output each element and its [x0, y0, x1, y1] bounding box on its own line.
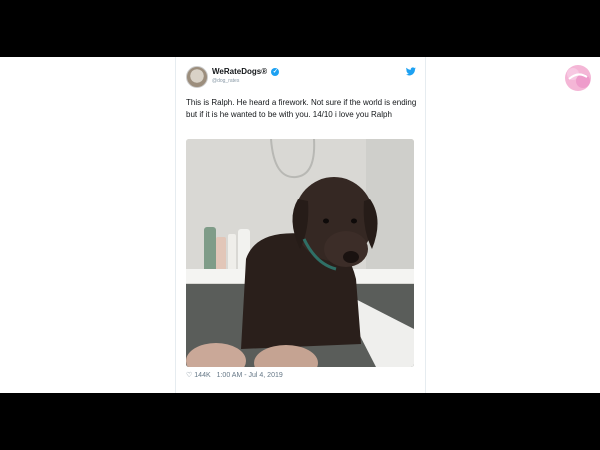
video-frame: WeRateDogs® ✓ @dog_rates This is Ralph. …	[0, 57, 600, 393]
tweet-header: WeRateDogs® ✓ @dog_rates	[186, 65, 416, 89]
tweet-card[interactable]: WeRateDogs® ✓ @dog_rates This is Ralph. …	[175, 57, 426, 393]
tweet-text: This is Ralph. He heard a firework. Not …	[186, 98, 417, 119]
twitter-bird-icon	[406, 67, 416, 78]
avatar[interactable]	[186, 66, 208, 88]
tweet-timestamp[interactable]: 1:00 AM - Jul 4, 2019	[217, 372, 283, 379]
verified-badge-icon: ✓	[271, 67, 280, 76]
letterbox-top	[0, 0, 600, 57]
display-name[interactable]: WeRateDogs®	[212, 67, 267, 76]
letterbox-bottom	[0, 393, 600, 450]
tweet-footer: ♡ 144K 1:00 AM - Jul 4, 2019	[186, 371, 283, 379]
display-name-row[interactable]: WeRateDogs® ✓	[212, 67, 280, 76]
dog-in-bathtub-image	[186, 139, 414, 367]
handle[interactable]: @dog_rates	[212, 78, 239, 84]
tweet-media-video[interactable]	[186, 139, 414, 367]
heart-icon[interactable]: ♡	[186, 372, 192, 379]
channel-watermark-logo	[563, 63, 593, 93]
like-count[interactable]: 144K	[194, 372, 210, 379]
